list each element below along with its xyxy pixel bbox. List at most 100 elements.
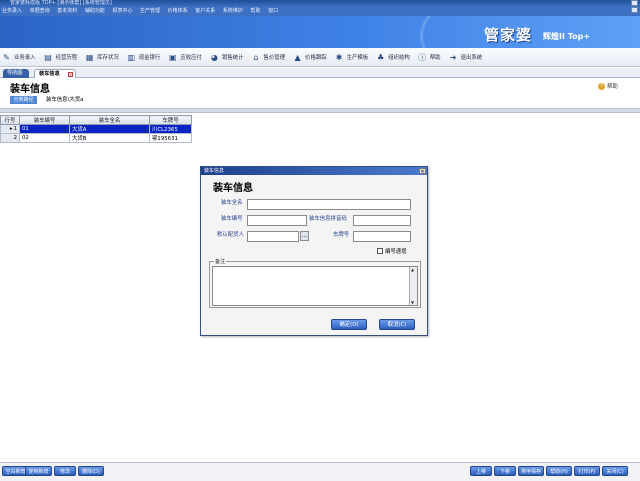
bank-icon: ▥ <box>127 52 136 62</box>
help-button[interactable]: 帮助(H) <box>546 466 572 476</box>
search-icon: … <box>301 232 308 239</box>
category-path-button[interactable]: 分类路径 <box>10 96 37 104</box>
code-input[interactable] <box>247 215 307 226</box>
code-label: 装车编号 <box>221 216 243 222</box>
toolbar-label: 生产模板 <box>346 55 369 61</box>
memo-textarea[interactable] <box>212 266 418 306</box>
move-down-button[interactable]: 下移 <box>494 466 516 476</box>
menu-bar: 业务录入 单据查询 基本资料 辅助功能 报表中心 生产管理 价格体系 客户关系 … <box>0 7 640 16</box>
toolbar-receivable-payable[interactable]: ▣ 应收应付 <box>168 53 202 62</box>
ok-button[interactable]: 确定(O) <box>331 319 367 330</box>
data-grid: 行号 装车编号 装车全名 车牌号 1 01 大货A 川CL2365 2 02 大… <box>0 115 192 143</box>
pinyin-code-label: 装车信息拼音码 <box>309 216 347 222</box>
window-controls <box>631 0 638 13</box>
toolbar-sales-stats[interactable]: ◕ 销售统计 <box>210 53 244 62</box>
exit-icon: ➜ <box>449 52 457 62</box>
close-button[interactable]: 关闭(C) <box>602 466 628 476</box>
dispatcher-label: 默认配货人 <box>217 232 244 238</box>
plate-label: 车牌号 <box>333 232 350 238</box>
toolbar-price-management[interactable]: ⌂ 售价管理 <box>251 53 285 62</box>
checkbox-box[interactable] <box>377 248 383 254</box>
toolbar-operation-history[interactable]: ▤ 经营历程 <box>44 53 77 62</box>
toolbar-cash-bank[interactable]: ▥ 现金银行 <box>127 52 161 62</box>
menu-item[interactable]: 辅助功能 <box>85 8 105 14</box>
menu-item[interactable]: 基本资料 <box>57 8 77 14</box>
gear-icon: ✱ <box>335 52 343 62</box>
cell-code: 02 <box>19 133 70 143</box>
toolbar-label: 帮助 <box>429 55 441 61</box>
toolbar-label: 销售统计 <box>221 55 244 61</box>
copy-add-button[interactable]: 复制新增 <box>25 466 52 476</box>
minimize-button[interactable] <box>631 0 638 6</box>
memo-scrollbar[interactable] <box>409 267 417 305</box>
toolbar-label: 应收应付 <box>180 55 202 61</box>
close-tab-icon[interactable]: ✕ <box>68 72 73 77</box>
breadcrumb: 装车信息\大货a <box>46 97 84 103</box>
toolbar-organization[interactable]: ♣ 组织结构 <box>376 53 410 62</box>
grid-header-row: 行号 装车编号 装车全名 车牌号 <box>0 115 192 125</box>
menu-item[interactable]: 业务录入 <box>2 8 22 14</box>
toolbar-label: 业务录入 <box>14 55 36 61</box>
cancel-button[interactable]: 取消(C) <box>379 319 415 330</box>
full-name-input[interactable] <box>247 199 411 210</box>
panel-splitter[interactable] <box>0 108 640 113</box>
column-header-plate[interactable]: 车牌号 <box>149 115 192 125</box>
toolbar-label: 现金银行 <box>138 55 161 61</box>
toolbar-business-entry[interactable]: ✎ 业务录入 <box>2 52 36 62</box>
toolbar-help[interactable]: ⓘ 帮助 <box>418 53 441 62</box>
column-header-code[interactable]: 装车编号 <box>19 115 70 125</box>
cell-row-no: 1 <box>0 124 20 134</box>
move-up-button[interactable]: 上移 <box>470 466 492 476</box>
delete-button[interactable]: 删除(D) <box>78 466 104 476</box>
edit-icon: ✎ <box>3 52 10 62</box>
pinyin-code-input[interactable] <box>353 215 411 226</box>
menu-item[interactable]: 系统维护 <box>223 8 243 14</box>
brand-logo: 管家婆 <box>484 26 533 44</box>
toolbar-label: 售价管理 <box>263 55 286 61</box>
help-link[interactable]: ? 帮助 <box>598 82 618 90</box>
cell-code: 01 <box>19 124 70 134</box>
print-button[interactable]: 打印(P) <box>574 466 600 476</box>
help-label: 帮助 <box>607 84 618 90</box>
tag-icon: ⌂ <box>253 52 259 62</box>
dialog-heading: 装车信息 <box>213 183 253 194</box>
menu-item[interactable]: 单据查询 <box>30 8 50 14</box>
tab-navigation[interactable]: 导航图 <box>3 69 29 78</box>
org-icon: ♣ <box>377 52 385 62</box>
ledger-icon: ▣ <box>169 52 177 62</box>
pie-icon: ◕ <box>210 52 218 62</box>
cell-row-no: 2 <box>0 133 20 143</box>
dialog-title-bar[interactable]: 装车信息 ✕ <box>201 167 427 175</box>
column-header-row-no[interactable]: 行号 <box>0 115 20 125</box>
close-icon[interactable]: ✕ <box>419 168 426 175</box>
menu-item[interactable]: 帮助 <box>250 8 260 14</box>
cell-name: 大货B <box>69 133 150 143</box>
full-name-label: 装车全名 <box>221 200 243 206</box>
menu-item[interactable]: 报表中心 <box>112 8 132 14</box>
menu-item[interactable]: 客户关系 <box>195 8 215 14</box>
toolbar-exit[interactable]: ➜ 退出系统 <box>449 52 482 62</box>
tab-loading-info[interactable]: 装车信息 ✕ <box>34 69 76 78</box>
menu-item[interactable]: 窗口 <box>268 8 278 14</box>
main-toolbar: ✎ 业务录入 ▤ 经营历程 ▦ 库存状况 ▥ 现金银行 ▣ 应收应付 ◕ 销售统计 ⌂ 售价管… <box>0 48 640 67</box>
memo-label: 备注 <box>214 258 227 265</box>
menu-item[interactable]: 生产管理 <box>140 8 160 14</box>
plate-input[interactable] <box>353 231 411 242</box>
page-title: 装车信息 <box>10 84 50 95</box>
window-title-bar: 管家婆辉煌版 TOP+ [演示账套] [系统管理员] <box>0 0 640 7</box>
loading-info-dialog: 装车信息 ✕ 装车信息 装车全名 装车编号 装车信息拼音码 默认配货人 … 车牌… <box>200 166 428 336</box>
dispatcher-lookup-button[interactable]: … <box>300 231 309 241</box>
table-row[interactable]: 1 01 大货A 川CL2365 <box>0 124 192 134</box>
toolbar-stock-status[interactable]: ▦ 库存状况 <box>85 53 119 62</box>
auto-increment-checkbox[interactable]: 编号递增 <box>377 247 407 255</box>
toolbar-label: 组织结构 <box>388 55 410 61</box>
restore-button[interactable] <box>631 7 638 13</box>
menu-item[interactable]: 价格体系 <box>168 8 188 14</box>
table-row[interactable]: 2 02 大货B 鄂195631 <box>0 133 192 143</box>
toolbar-price-tracking[interactable]: ▲ 价格跟踪 <box>293 53 326 62</box>
dispatcher-input[interactable] <box>247 231 299 242</box>
toolbar-production-template[interactable]: ✱ 生产模板 <box>335 52 369 62</box>
sort-save-button[interactable]: 排序保存 <box>518 466 544 476</box>
column-header-name[interactable]: 装车全名 <box>69 115 150 125</box>
edit-button[interactable]: 修改 <box>54 466 76 476</box>
